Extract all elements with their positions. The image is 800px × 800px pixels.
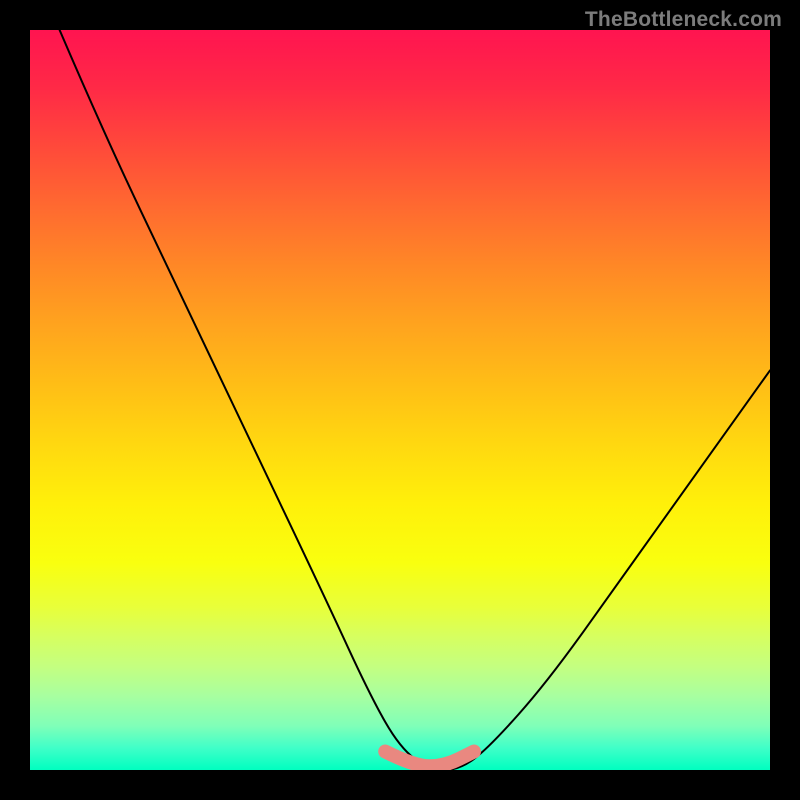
plot-area [30,30,770,770]
minimum-band [385,752,474,767]
bottleneck-curve [60,30,770,770]
watermark-text: TheBottleneck.com [585,8,782,32]
chart-frame: TheBottleneck.com [0,0,800,800]
curve-svg [30,30,770,770]
